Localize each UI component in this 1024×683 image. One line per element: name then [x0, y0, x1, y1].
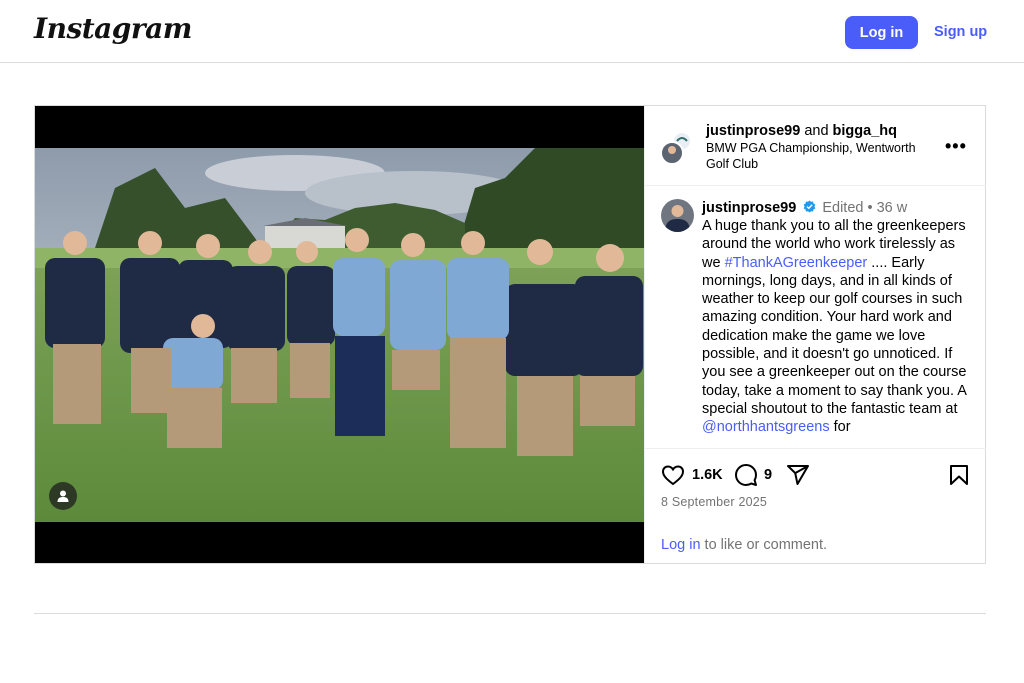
share-icon[interactable] [786, 463, 810, 487]
post-age[interactable]: 36 w [877, 200, 908, 216]
caption-text-part-2: .... Early mornings, long days, and in a… [702, 254, 967, 417]
like-count[interactable]: 1.6K [692, 467, 723, 483]
comment-count[interactable]: 9 [764, 467, 772, 483]
post-side-panel: justinprose99 and bigga_hq BMW PGA Champ… [644, 106, 986, 563]
bookmark-icon[interactable] [947, 463, 971, 487]
login-prompt-link[interactable]: Log in [661, 537, 701, 553]
post-photo [35, 148, 644, 522]
edited-label: Edited [822, 200, 864, 216]
mention-link[interactable]: @northhantsgreens [702, 419, 830, 435]
caption-author-avatar[interactable] [661, 199, 694, 232]
post-date[interactable]: 8 September 2025 [661, 495, 767, 509]
post-card: justinprose99 and bigga_hq BMW PGA Champ… [34, 105, 986, 564]
caption-text: A huge thank you to all the greenkeepers… [702, 217, 974, 437]
author-connector: and [804, 123, 829, 139]
caption-username[interactable]: justinprose99 [702, 200, 796, 216]
caption-header: justinprose99 Edited • 36 w [702, 199, 907, 217]
footer-divider [34, 613, 986, 614]
caption-text-part-3: for [833, 419, 851, 436]
coauthor-avatars[interactable] [660, 131, 694, 165]
author-link[interactable]: justinprose99 [706, 123, 800, 139]
post-actions: 1.6K 9 8 September 2025 Log in to like o… [645, 448, 986, 563]
verified-badge-icon [803, 200, 816, 213]
signup-link[interactable]: Sign up [934, 24, 987, 40]
login-prompt: Log in to like or comment. [661, 537, 827, 553]
comment-icon[interactable] [734, 463, 758, 487]
post-authors: justinprose99 and bigga_hq [706, 122, 897, 140]
login-prompt-text: to like or comment. [704, 537, 828, 553]
post-media[interactable] [35, 106, 644, 563]
coauthor-link[interactable]: bigga_hq [833, 123, 897, 139]
heart-icon[interactable] [661, 463, 685, 487]
post-header: justinprose99 and bigga_hq BMW PGA Champ… [645, 106, 986, 186]
top-nav-bar: Instagram Log in Sign up [0, 0, 1024, 63]
hashtag-link[interactable]: #ThankAGreenkeeper [725, 255, 868, 271]
post-location[interactable]: BMW PGA Championship, Wentworth Golf Clu… [706, 140, 936, 172]
login-button[interactable]: Log in [845, 16, 918, 49]
meta-separator: • [867, 200, 873, 216]
more-horizontal-icon[interactable]: ••• [945, 136, 967, 157]
user-tag-icon [56, 489, 70, 503]
instagram-logo[interactable]: Instagram [34, 12, 192, 45]
caption-section[interactable]: justinprose99 Edited • 36 w A huge thank… [645, 187, 986, 448]
tagged-users-button[interactable] [49, 482, 77, 510]
